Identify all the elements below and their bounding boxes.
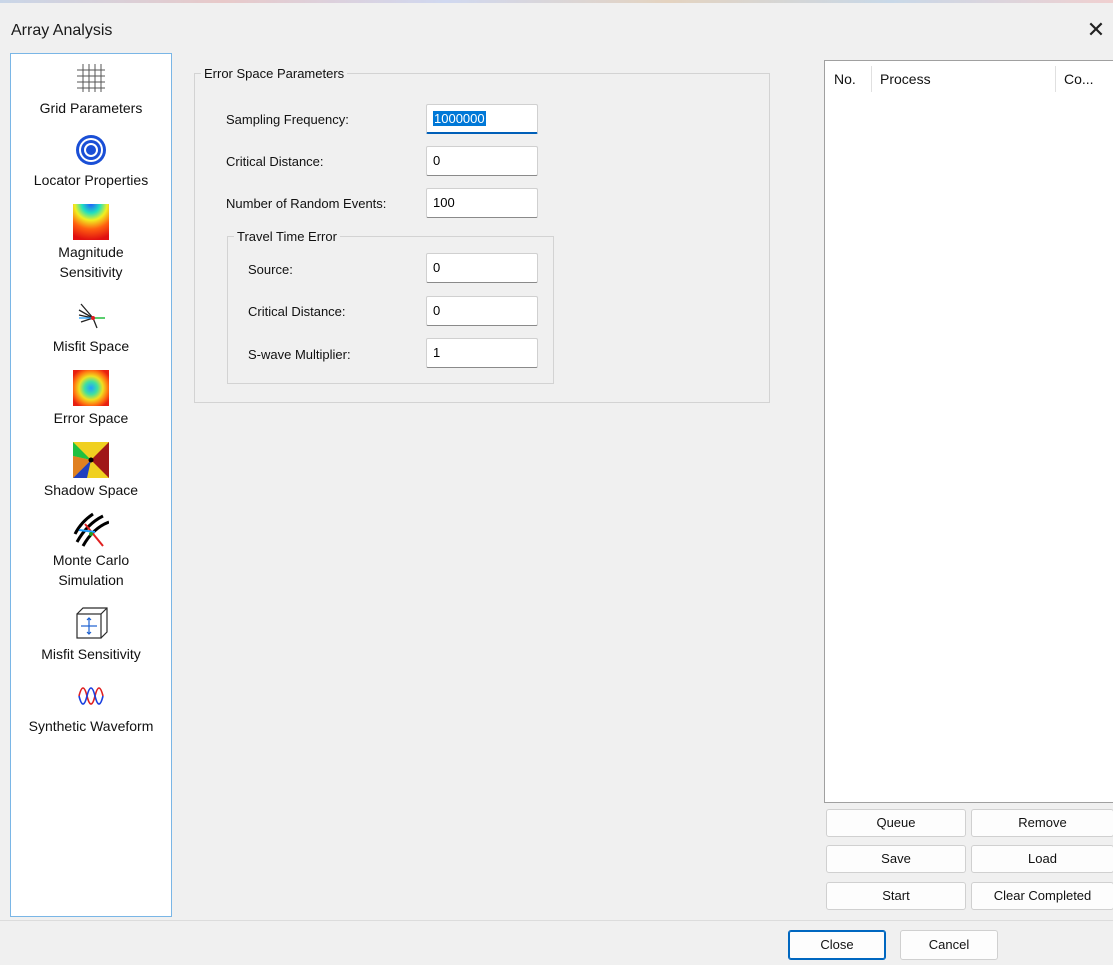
nav-item-magnitude-sensitivity[interactable]: Magnitude Sensitivity (11, 204, 171, 282)
column-divider[interactable] (871, 66, 872, 92)
save-button[interactable]: Save (826, 845, 966, 873)
close-button[interactable]: Close (788, 930, 886, 960)
nav-label: Misfit Sensitivity (41, 646, 141, 662)
nav-label: Shadow Space (43, 482, 139, 498)
nav-item-grid-parameters[interactable]: Grid Parameters (11, 60, 171, 118)
grid-icon (77, 64, 105, 92)
nav-label: Monte Carlo Simulation (52, 552, 130, 588)
source-label: Source: (248, 262, 293, 277)
column-divider[interactable] (1055, 66, 1056, 92)
target-icon (76, 135, 106, 165)
nav-item-error-space[interactable]: Error Space (11, 370, 171, 428)
cancel-button[interactable]: Cancel (900, 930, 998, 960)
array-analysis-dialog: Array Analysis ✕ Grid Parameters Locator… (0, 0, 1113, 965)
nav-item-synthetic-waveform[interactable]: Synthetic Waveform (11, 678, 171, 736)
source-input[interactable]: 0 (426, 253, 538, 283)
close-icon[interactable]: ✕ (1084, 18, 1108, 42)
shadow-space-icon (73, 442, 109, 478)
error-space-icon (73, 370, 109, 406)
critical-distance-input[interactable]: 0 (426, 146, 538, 176)
travel-time-legend: Travel Time Error (237, 229, 337, 244)
nav-item-shadow-space[interactable]: Shadow Space (11, 442, 171, 500)
misfit-rays-icon (78, 303, 105, 329)
start-button[interactable]: Start (826, 882, 966, 910)
clear-completed-button[interactable]: Clear Completed (971, 882, 1113, 910)
magnitude-heatmap-icon (73, 204, 109, 240)
nav-item-misfit-sensitivity[interactable]: Misfit Sensitivity (11, 606, 171, 664)
error-space-legend: Error Space Parameters (204, 66, 345, 81)
s-wave-multiplier-input[interactable]: 1 (426, 338, 538, 368)
column-header-no[interactable]: No. (834, 71, 856, 87)
tt-critical-distance-label: Critical Distance: (248, 304, 346, 319)
random-events-input[interactable]: 100 (426, 188, 538, 218)
background-strip (0, 0, 1113, 3)
nav-item-monte-carlo[interactable]: Monte Carlo Simulation (11, 512, 171, 590)
critical-distance-label: Critical Distance: (226, 154, 324, 169)
monte-carlo-icon (73, 512, 109, 547)
nav-item-locator-properties[interactable]: Locator Properties (11, 132, 171, 190)
tt-critical-distance-input[interactable]: 0 (426, 296, 538, 326)
sampling-frequency-input[interactable]: 1000000 (426, 104, 538, 134)
nav-label: Misfit Space (52, 338, 130, 354)
sampling-frequency-label: Sampling Frequency: (226, 112, 349, 127)
remove-button[interactable]: Remove (971, 809, 1113, 837)
queue-button[interactable]: Queue (826, 809, 966, 837)
cube-icon (76, 607, 108, 639)
nav-label: Locator Properties (33, 172, 149, 188)
waveform-icon (78, 687, 104, 705)
nav-label: Error Space (53, 410, 129, 426)
sidebar-nav: Grid Parameters Locator Properties Magni… (10, 53, 172, 917)
column-header-completed[interactable]: Co... (1064, 71, 1094, 87)
s-wave-multiplier-label: S-wave Multiplier: (248, 347, 351, 362)
random-events-label: Number of Random Events: (226, 196, 387, 211)
nav-label: Magnitude Sensitivity (58, 244, 124, 280)
process-list[interactable]: No. Process Co... (824, 60, 1113, 803)
column-header-process[interactable]: Process (880, 71, 931, 87)
load-button[interactable]: Load (971, 845, 1113, 873)
dialog-title: Array Analysis (11, 22, 113, 39)
nav-label: Synthetic Waveform (28, 718, 154, 734)
nav-label: Grid Parameters (39, 100, 143, 116)
nav-item-misfit-space[interactable]: Misfit Space (11, 298, 171, 356)
